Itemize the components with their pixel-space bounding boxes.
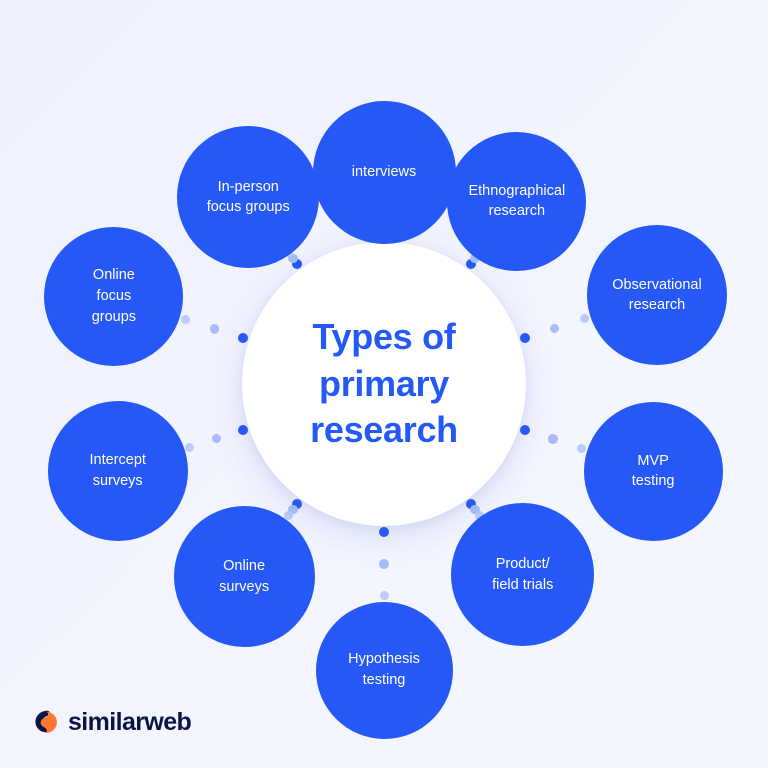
similarweb-logo: similarweb <box>33 707 192 736</box>
node-circle[interactable]: MVP testing <box>583 401 723 541</box>
node-label: Online surveys <box>219 557 270 595</box>
connector-dot <box>238 333 249 344</box>
node-label: MVP testing <box>631 452 675 490</box>
node-circle[interactable]: Ethnographical research <box>447 131 587 271</box>
connector-dot <box>284 510 294 520</box>
connector-dot <box>211 433 222 444</box>
connector-dot <box>549 323 560 334</box>
node-circle[interactable]: In-person focus groups <box>177 126 320 269</box>
node-label: In-person focus groups <box>206 178 290 216</box>
connector-dot <box>185 442 195 452</box>
node-circle[interactable]: Online focus groups <box>44 226 184 366</box>
similarweb-logo-icon <box>35 710 57 734</box>
node-circle[interactable]: Observational research <box>586 225 727 366</box>
node-label: Hypothesis testing <box>348 651 420 688</box>
connector-dot <box>181 315 191 325</box>
node-circle[interactable]: Hypothesis testing <box>315 601 453 739</box>
connector-dot <box>576 443 586 453</box>
connector-dot <box>519 333 530 344</box>
connector-dot <box>519 424 530 435</box>
connector-dot <box>238 424 249 435</box>
connector-dot <box>548 434 558 444</box>
node-circle[interactable]: interviews <box>312 100 456 244</box>
node-label: Observational research <box>612 276 702 314</box>
node-label: interviews <box>351 163 417 180</box>
connector-dot <box>379 527 389 537</box>
diagram-title: Types of primary research <box>310 315 458 451</box>
connector-dot <box>379 591 389 600</box>
similarweb-wordmark: similarweb <box>68 707 192 736</box>
radial-diagram: Types of primary research interviews Ethno… <box>0 0 768 768</box>
node-circle[interactable]: Online surveys <box>173 506 315 648</box>
node-circle[interactable]: Intercept surveys <box>47 400 188 541</box>
connector-dot <box>209 324 220 334</box>
node-circle[interactable]: Product/ field trials <box>451 503 595 647</box>
node-label: Product/ field trials <box>492 556 554 593</box>
node-label: Intercept surveys <box>89 451 146 489</box>
connector-dot <box>379 559 389 569</box>
node-label: Online focus groups <box>91 267 137 325</box>
node-label: Ethnographical research <box>468 182 566 220</box>
center-hub: Types of primary research <box>242 242 526 526</box>
connector-dot <box>580 314 590 324</box>
